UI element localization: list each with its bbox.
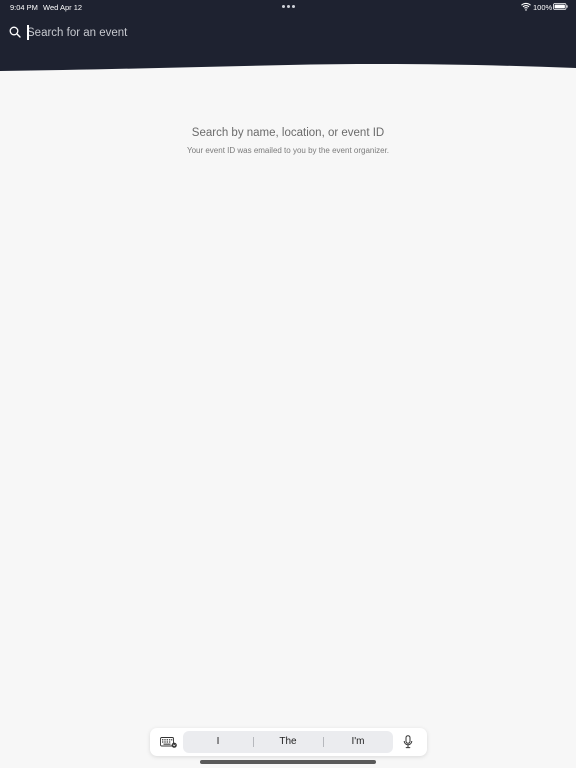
status-date: Wed Apr 12 <box>43 3 83 12</box>
predictive-suggestions: I The I'm <box>183 731 393 753</box>
header: 9:04 PM Wed Apr 12 100% <box>0 0 576 80</box>
suggestion-item[interactable]: I <box>183 731 253 753</box>
search-bar[interactable] <box>0 22 576 44</box>
home-indicator[interactable] <box>200 760 376 764</box>
screen: 9:04 PM Wed Apr 12 100% Search for an ev… <box>0 0 576 768</box>
text-cursor <box>27 25 29 40</box>
search-input[interactable] <box>27 22 447 44</box>
empty-state-title: Search by name, location, or event ID <box>191 127 385 139</box>
multitasking-dots-icon[interactable] <box>282 5 295 8</box>
microphone-icon[interactable] <box>403 735 413 749</box>
suggestion-item[interactable]: The <box>253 731 323 753</box>
keyboard-icon[interactable] <box>160 737 177 748</box>
battery-percentage: 100% <box>533 3 553 12</box>
status-time: 9:04 PM <box>10 3 38 12</box>
keyboard-shortcut-bar: I The I'm <box>150 728 427 756</box>
suggestion-item[interactable]: I'm <box>323 731 393 753</box>
wifi-icon <box>521 2 531 11</box>
status-bar: 9:04 PM Wed Apr 12 100% <box>0 0 576 14</box>
battery-icon <box>553 3 568 10</box>
empty-state-subtitle: Your event ID was emailed to you by the … <box>186 146 390 155</box>
search-icon <box>9 26 21 38</box>
